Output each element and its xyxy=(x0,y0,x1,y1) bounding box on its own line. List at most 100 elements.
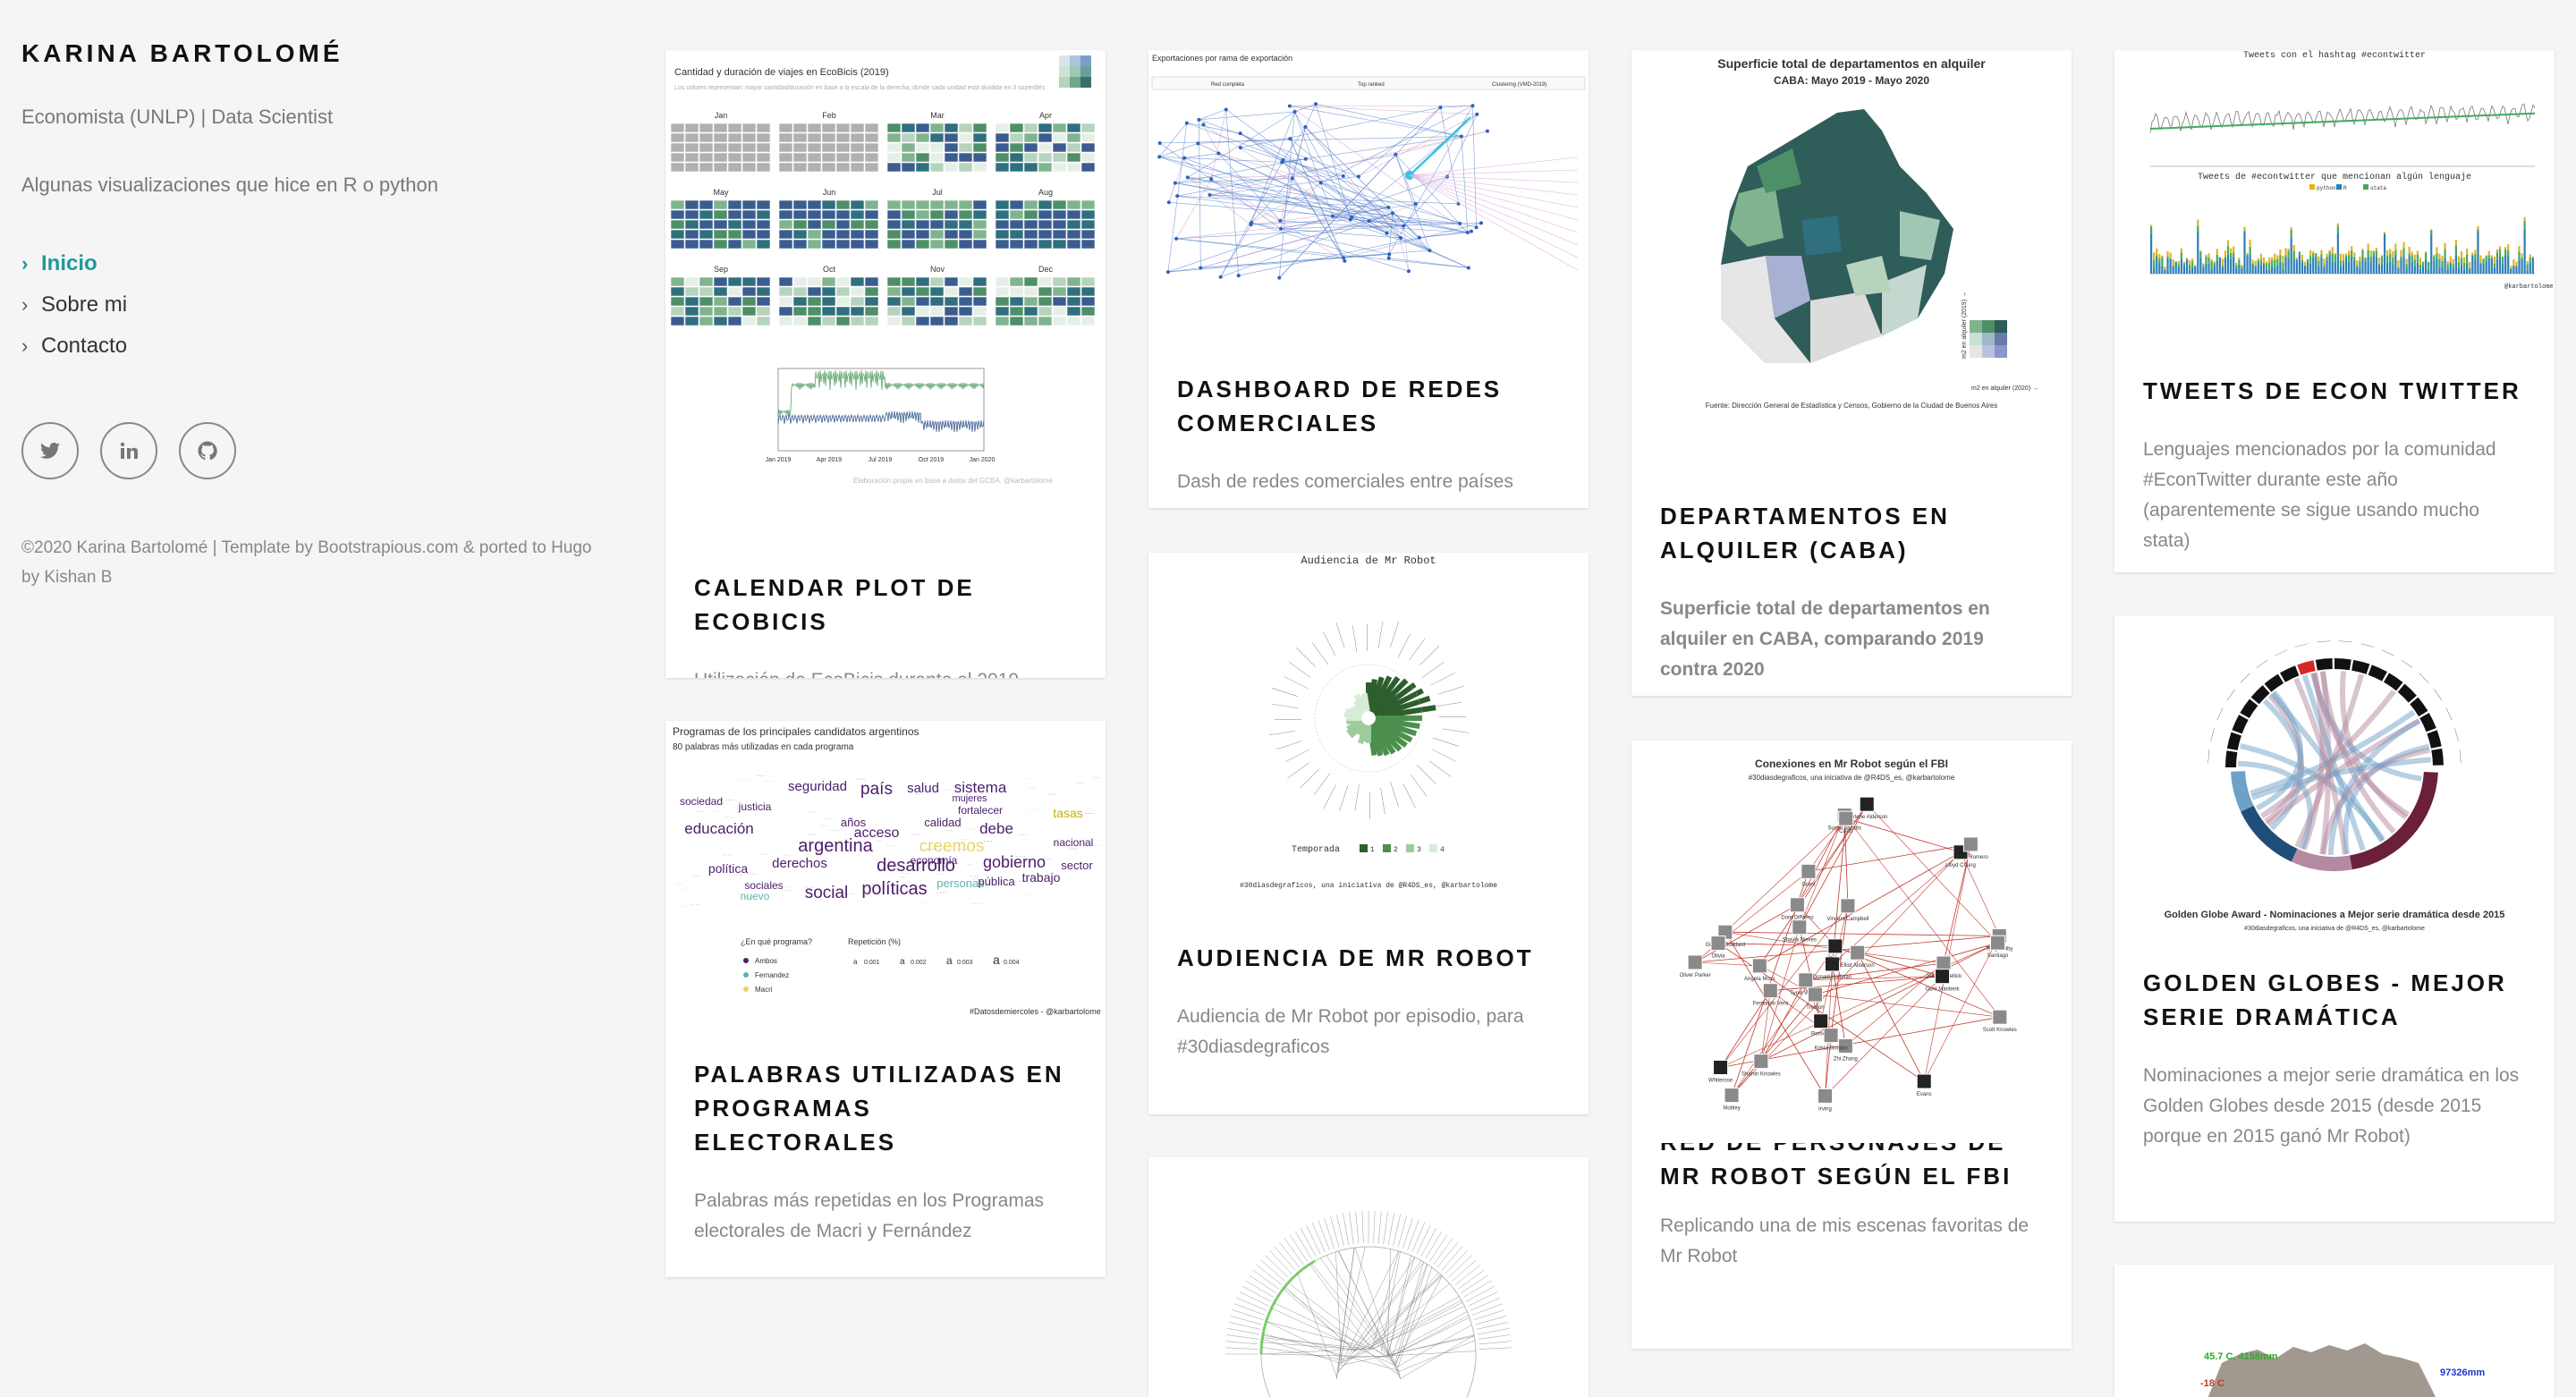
calendar-day xyxy=(821,219,836,230)
card-title[interactable]: TWEETS DE ECON TWITTER xyxy=(2143,374,2526,408)
tweets-bar-stata xyxy=(2156,255,2158,258)
calendar-day xyxy=(792,209,808,220)
radial-network xyxy=(1225,1211,1512,1397)
card-palabras[interactable]: Programas de los principales candidatos … xyxy=(665,721,1106,1277)
calendar-day xyxy=(850,152,865,163)
card-ecobicis[interactable]: Cantidad y duración de viajes en EcoBici… xyxy=(665,50,1106,678)
radial-label xyxy=(1477,1328,1510,1335)
redes-tab-2[interactable]: Top ranked xyxy=(1358,82,1385,88)
wordcloud-filler: ···· xyxy=(965,861,972,868)
calendar-day xyxy=(727,142,742,153)
chord-segment xyxy=(2240,698,2258,718)
chord-segment xyxy=(2384,673,2403,691)
card-chord-partial[interactable] xyxy=(1148,1157,1589,1397)
nav-item-contacto[interactable]: › Contacto xyxy=(21,326,594,367)
tweets-bar-r xyxy=(2449,262,2452,274)
network-edge xyxy=(1184,153,1219,158)
calendar-day xyxy=(756,239,771,250)
card-title[interactable]: PALABRAS UTILIZADAS EN PROGRAMAS ELECTOR… xyxy=(694,1057,1077,1159)
network-edge xyxy=(1159,142,1282,230)
calendar-day xyxy=(1052,306,1067,317)
tweets-bar-r xyxy=(2367,256,2369,274)
calendar-day xyxy=(972,286,987,297)
calendar-day xyxy=(699,123,714,133)
card-temperature-partial[interactable]: 45.7 C, 4158mm 97326mm -18 C xyxy=(2114,1265,2555,1397)
fbi-node-label: Evans xyxy=(1917,1092,1932,1097)
wordcloud-filler: ···· xyxy=(856,775,865,783)
card-redes[interactable]: Exportaciones por rama de exportación Re… xyxy=(1148,50,1589,508)
tweets-bar-python xyxy=(2309,250,2312,257)
card-title[interactable]: DEPARTAMENTOS EN ALQUILER (CABA) xyxy=(1660,499,2043,567)
network-edge xyxy=(1289,106,1469,233)
redes-tab-1[interactable]: Red completa xyxy=(1211,82,1245,88)
legend-item-label: Ambos xyxy=(755,957,777,965)
network-node xyxy=(1292,109,1297,114)
card-fbi[interactable]: Conexiones en Mr Robot según el FBI #30d… xyxy=(1631,741,2072,1349)
calendar-day xyxy=(670,286,685,297)
tweets-bar-r xyxy=(2496,258,2499,274)
tweets-bar-r xyxy=(2164,269,2166,274)
calendar-day xyxy=(1038,229,1053,240)
calendar-day xyxy=(850,286,865,297)
card-description: Nominaciones a mejor serie dramática en … xyxy=(2143,1065,2520,1147)
calendar-day xyxy=(670,296,685,307)
fbi-node-label: Leslie Romero xyxy=(1953,855,1988,860)
card-body: CALENDAR PLOT DE ECOBICIS Utilización de… xyxy=(665,571,1106,678)
radial-label xyxy=(1377,1211,1382,1244)
card-robot[interactable]: Audiencia de Mr Robot —————— —————— ——————… xyxy=(1148,553,1589,1114)
chord-segment xyxy=(2427,730,2442,749)
tweets-bar-r xyxy=(2356,267,2359,274)
tweets-bar-r xyxy=(2413,265,2416,274)
wordcloud-filler: ···· xyxy=(1089,828,1097,836)
network-node xyxy=(1216,151,1221,156)
github-link[interactable] xyxy=(179,422,236,479)
tweets-bar-stata xyxy=(2205,256,2207,264)
radial-label xyxy=(1318,1220,1330,1250)
network-edge xyxy=(1461,136,1469,233)
calendar-day xyxy=(850,276,865,287)
card-description: Audiencia de Mr Robot por episodio, para… xyxy=(1177,1006,1524,1057)
radial-label xyxy=(1232,1309,1264,1320)
network-node xyxy=(1386,256,1391,260)
fbi-node-photo xyxy=(1859,796,1875,812)
chord-segment xyxy=(2351,659,2370,674)
network-edge xyxy=(1409,174,1579,233)
tweets-bar-r xyxy=(2251,264,2254,274)
month-label: Sep xyxy=(714,265,728,274)
caba-thumb-title: Superficie total de departamentos en alq… xyxy=(1717,56,1986,71)
radial-label xyxy=(1416,1224,1431,1255)
tweets-bar-python xyxy=(2438,253,2441,259)
wordcloud-filler: ···· xyxy=(833,781,843,789)
card-title[interactable]: AUDIENCIA DE MR ROBOT xyxy=(1177,941,1560,975)
calendar-day xyxy=(929,152,945,163)
tweets-bar-python xyxy=(2169,252,2172,258)
wordcloud-filler: ···· xyxy=(679,903,687,910)
calendar-day xyxy=(1052,123,1067,133)
tweets-legend: python Rstata xyxy=(2309,184,2386,191)
legend-cell xyxy=(1995,333,2007,345)
card-title[interactable]: DASHBOARD DE REDES COMERCIALES xyxy=(1177,372,1560,440)
tweets-bar-r xyxy=(2318,266,2320,274)
nav-item-inicio[interactable]: › Inicio xyxy=(21,243,594,284)
twitter-link[interactable] xyxy=(21,422,79,479)
linkedin-link[interactable] xyxy=(100,422,157,479)
legend-size-label: 0.004 xyxy=(1004,960,1020,966)
redes-tab-3[interactable]: Clustering (VMD-2019) xyxy=(1492,82,1546,88)
card-golden[interactable]: ——— ——— ——— ——— ——— ——— ——— ——— ——— ——— ——— ——— ——— —… xyxy=(2114,615,2555,1222)
card-title[interactable]: CALENDAR PLOT DE ECOBICIS xyxy=(694,571,1077,639)
calendar-day xyxy=(944,306,959,317)
calendar-day xyxy=(995,286,1010,297)
chord-thumbnail xyxy=(1148,1157,1589,1397)
calendar-day xyxy=(741,219,757,230)
radial-label xyxy=(1470,1297,1501,1311)
card-tweets[interactable]: Tweets con el hashtag #econtwitter Tweet… xyxy=(2114,50,2555,572)
radial-label xyxy=(1349,1212,1354,1245)
network-node xyxy=(1224,107,1228,112)
card-caba[interactable]: Superficie total de departamentos en alq… xyxy=(1631,50,2072,696)
nav-item-sobre-mi[interactable]: › Sobre mi xyxy=(21,284,594,326)
card-title[interactable]: GOLDEN GLOBES - MEJOR SERIE DRAMÁTICA xyxy=(2143,966,2526,1034)
calendar-day xyxy=(929,219,945,230)
calendar-day xyxy=(864,162,879,173)
site-title[interactable]: KARINA BARTOLOMÉ xyxy=(21,39,594,68)
legend-size-label: 0.002 xyxy=(911,960,927,966)
